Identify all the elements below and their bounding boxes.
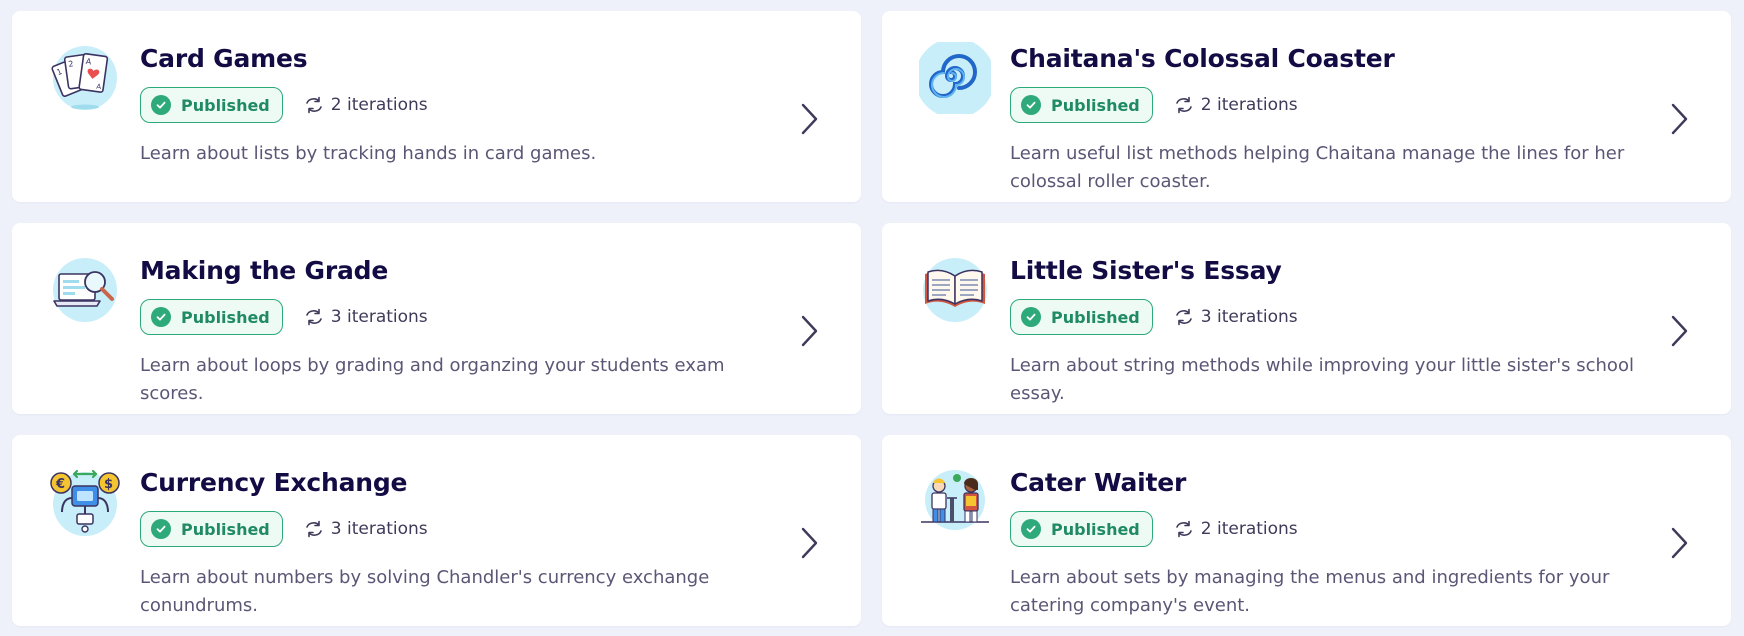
status-label: Published: [1051, 95, 1140, 115]
exercise-card-cater-waiter[interactable]: Cater Waiter Published 2 iterations Lear…: [882, 435, 1731, 626]
chevron-right-icon[interactable]: [1667, 523, 1691, 563]
card-description: Learn about loops by grading and organzi…: [140, 355, 725, 404]
iterations-count: 2 iterations: [303, 94, 428, 116]
card-description: Learn about numbers by solving Chandler'…: [140, 567, 710, 616]
check-icon: [1021, 307, 1041, 327]
currency-robot-icon: € $: [49, 466, 121, 538]
check-icon: [1021, 519, 1041, 539]
iterations-label: 3 iterations: [1200, 307, 1298, 327]
iterations-icon: [305, 308, 322, 326]
card-description: Learn about lists by tracking hands in c…: [140, 143, 597, 164]
spiral-coaster-icon: [919, 42, 991, 114]
chevron-right-icon[interactable]: [797, 523, 821, 563]
status-label: Published: [1051, 519, 1140, 539]
published-badge: Published: [140, 87, 283, 123]
check-icon: [151, 519, 171, 539]
iterations-icon: [1175, 308, 1192, 326]
published-badge: Published: [140, 299, 283, 335]
check-icon: [151, 95, 171, 115]
iterations-icon: [1175, 96, 1192, 114]
iterations-icon: [305, 520, 322, 538]
exercise-card-card-games[interactable]: 1 2 A A Card Games Published 2 iteration…: [12, 11, 861, 202]
svg-text:$: $: [104, 477, 113, 492]
waiters-icon: [919, 466, 991, 538]
card-title: Cater Waiter: [1010, 468, 1187, 497]
card-title: Little Sister's Essay: [1010, 256, 1282, 285]
exercise-card-currency-exchange[interactable]: € $ Currency Exchange Published 3 iterat…: [12, 435, 861, 626]
card-description: Learn about string methods while improvi…: [1010, 355, 1634, 404]
check-icon: [1021, 95, 1041, 115]
iterations-icon: [305, 96, 322, 114]
iterations-label: 3 iterations: [330, 307, 428, 327]
published-badge: Published: [1010, 299, 1153, 335]
iterations-label: 2 iterations: [1200, 519, 1298, 539]
iterations-label: 2 iterations: [330, 95, 428, 115]
iterations-count: 2 iterations: [1173, 518, 1298, 540]
published-badge: Published: [140, 511, 283, 547]
iterations-count: 3 iterations: [1173, 306, 1298, 328]
iterations-icon: [1175, 520, 1192, 538]
exercise-grid: 1 2 A A Card Games Published 2 iteration…: [0, 0, 1744, 636]
magnifier-laptop-icon: [49, 254, 121, 326]
status-label: Published: [181, 519, 270, 539]
card-title: Making the Grade: [140, 256, 389, 285]
iterations-count: 3 iterations: [303, 518, 428, 540]
iterations-count: 2 iterations: [1173, 94, 1298, 116]
iterations-label: 3 iterations: [330, 519, 428, 539]
card-title: Chaitana's Colossal Coaster: [1010, 44, 1395, 73]
exercise-card-making-the-grade[interactable]: Making the Grade Published 3 iterations …: [12, 223, 861, 414]
published-badge: Published: [1010, 511, 1153, 547]
iterations-label: 2 iterations: [1200, 95, 1298, 115]
check-icon: [151, 307, 171, 327]
exercise-card-chaitanas-colossal-coaster[interactable]: Chaitana's Colossal Coaster Published 2 …: [882, 11, 1731, 202]
open-book-icon: [919, 254, 991, 326]
card-title: Card Games: [140, 44, 308, 73]
chevron-right-icon[interactable]: [797, 311, 821, 351]
card-title: Currency Exchange: [140, 468, 408, 497]
published-badge: Published: [1010, 87, 1153, 123]
iterations-count: 3 iterations: [303, 306, 428, 328]
status-label: Published: [181, 307, 270, 327]
card-description: Learn about sets by managing the menus a…: [1010, 567, 1610, 616]
chevron-right-icon[interactable]: [1667, 99, 1691, 139]
svg-text:€: €: [55, 477, 65, 492]
exercise-card-little-sisters-essay[interactable]: Little Sister's Essay Published 3 iterat…: [882, 223, 1731, 414]
chevron-right-icon[interactable]: [1667, 311, 1691, 351]
card-description: Learn useful list methods helping Chaita…: [1010, 143, 1625, 192]
status-label: Published: [1051, 307, 1140, 327]
chevron-right-icon[interactable]: [797, 99, 821, 139]
playing-cards-icon: 1 2 A A: [49, 42, 121, 114]
status-label: Published: [181, 95, 270, 115]
